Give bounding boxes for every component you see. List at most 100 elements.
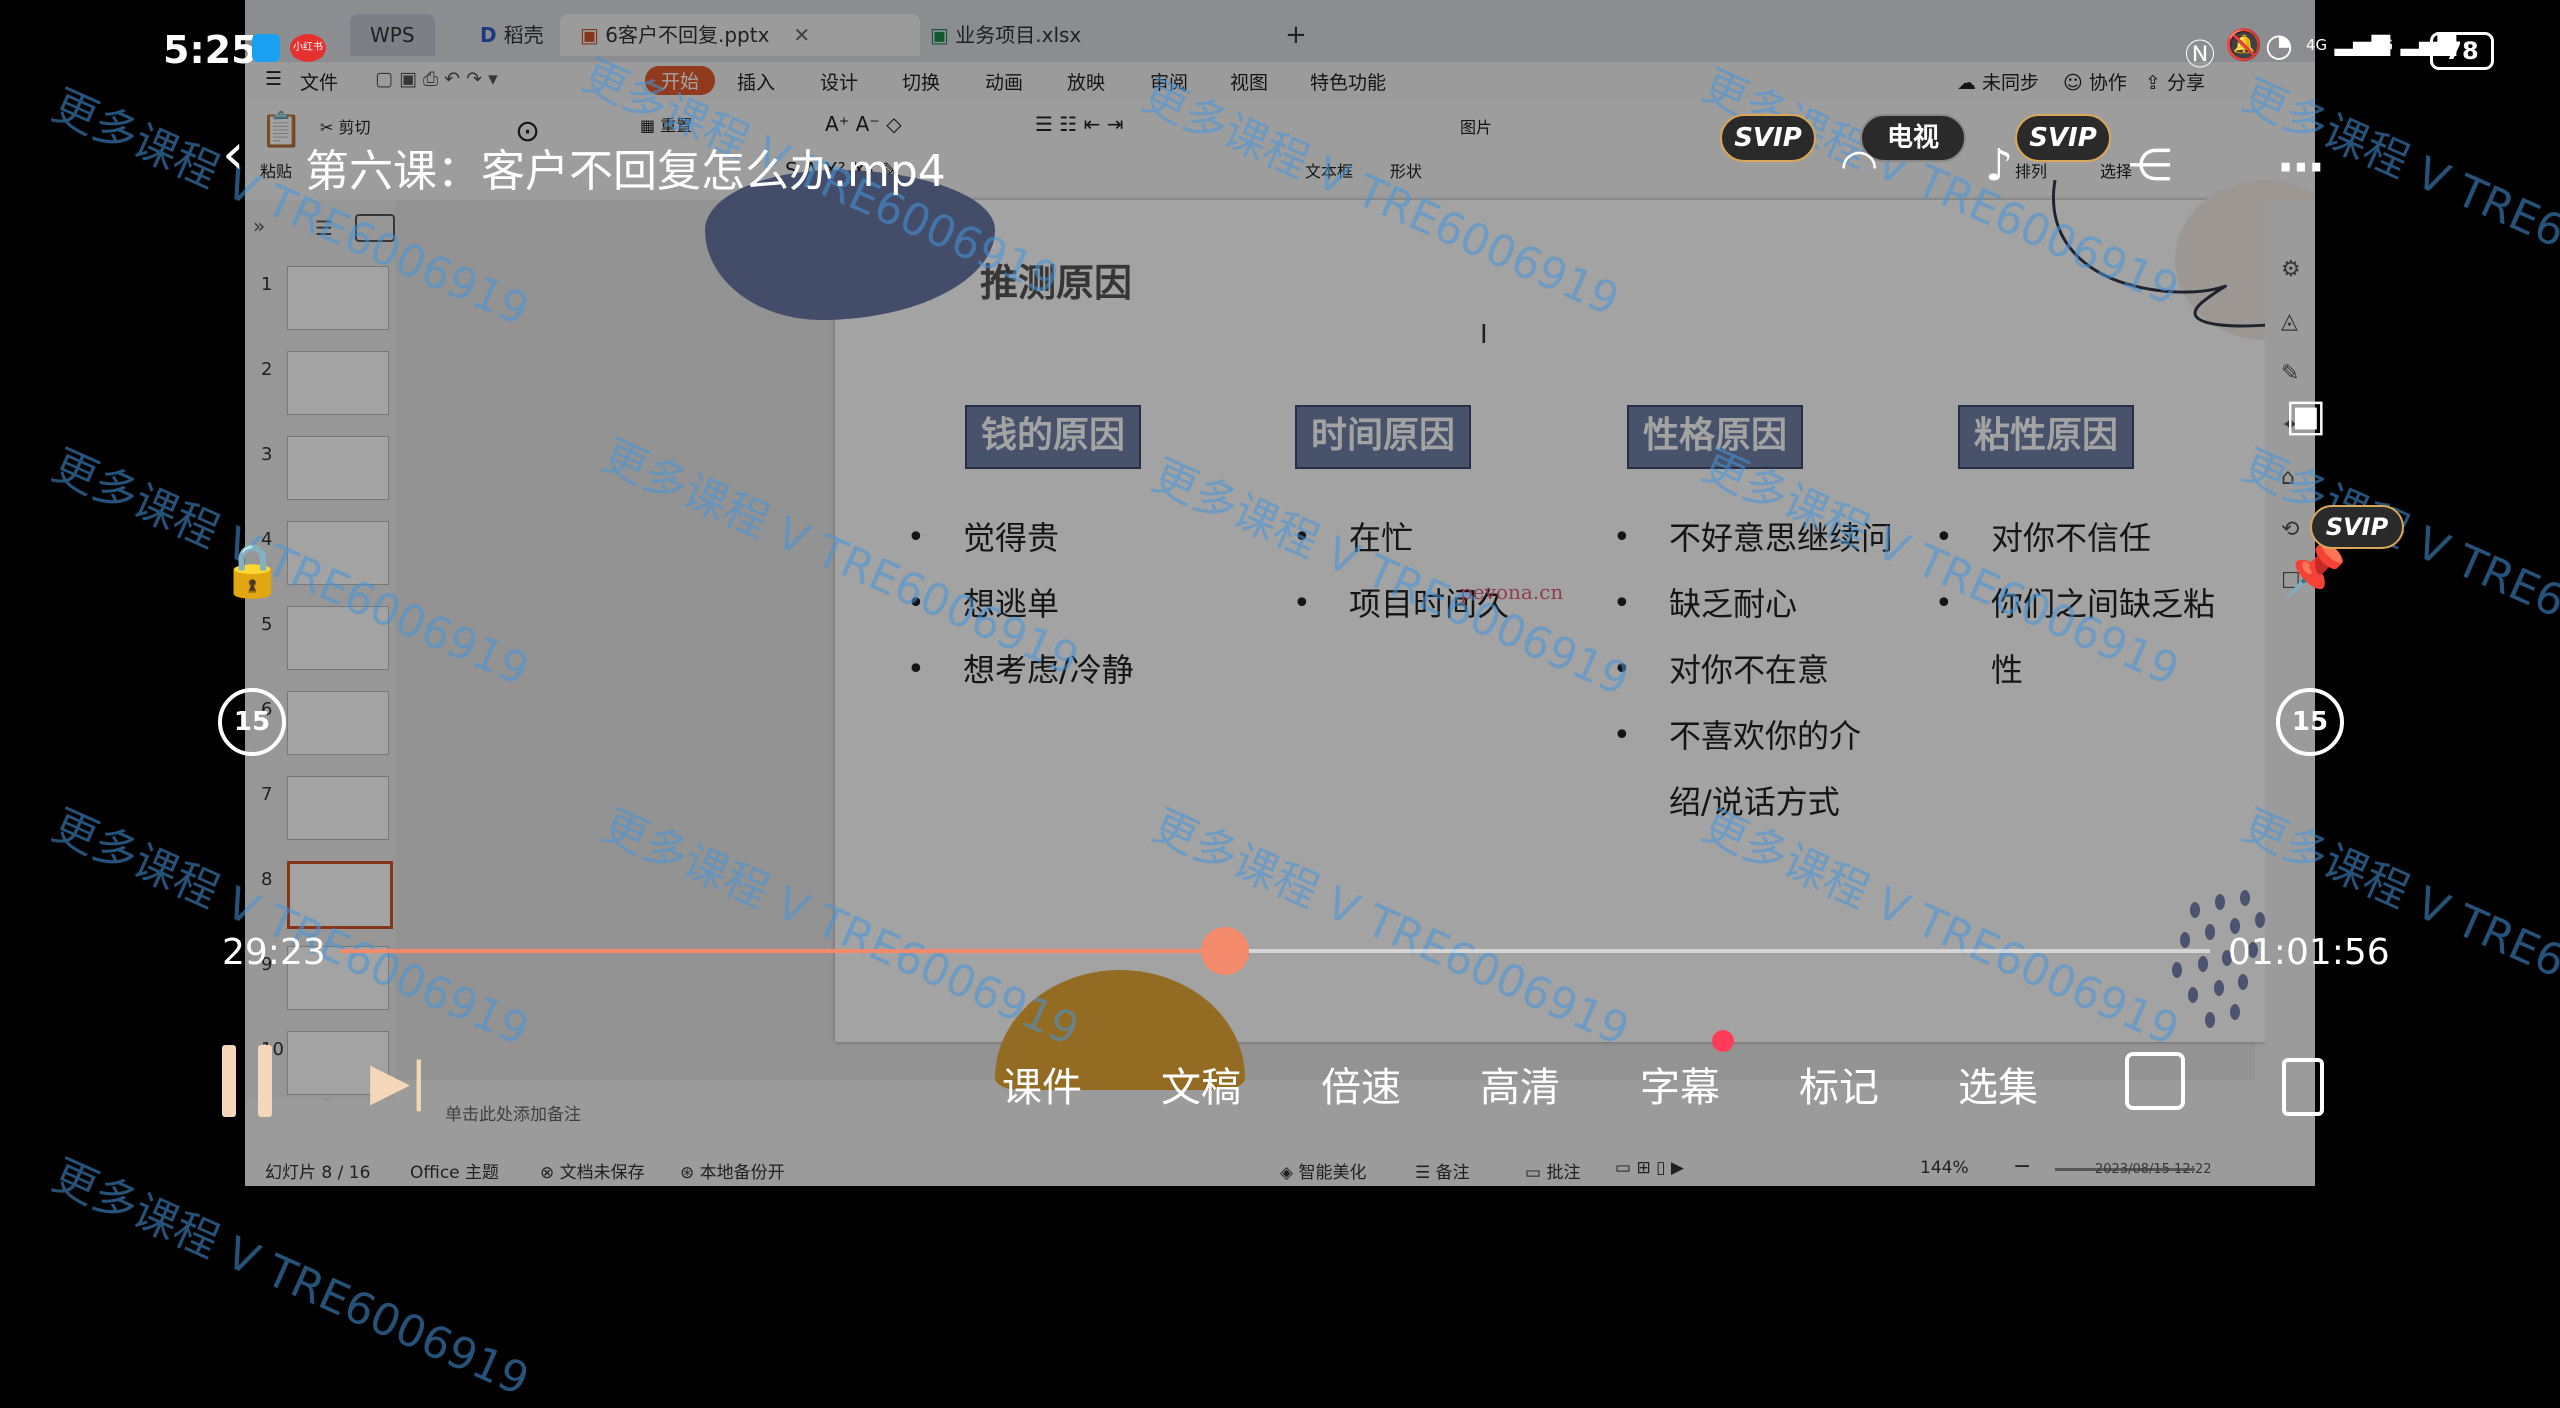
thumbnail-number: 8 <box>261 869 273 890</box>
next-icon[interactable]: ▶| <box>370 1052 428 1112</box>
xiaohongshu-icon: 小红书 <box>290 34 326 62</box>
menu-quality[interactable]: 高清 <box>1480 1055 1560 1113</box>
backup-icon: ⊛ <box>680 1163 700 1183</box>
tab-pptx[interactable]: ▣ 6客户不回复.pptx ✕ <box>560 14 920 56</box>
menu-insert[interactable]: 插入 <box>737 68 775 95</box>
paste-icon[interactable]: 📋 <box>260 110 302 150</box>
hamburger-icon[interactable]: ☰ <box>265 68 282 90</box>
menu-transition[interactable]: 切换 <box>902 68 940 95</box>
url-watermark: pevona.cn <box>1460 580 1564 604</box>
menu-review[interactable]: 审阅 <box>1150 68 1188 95</box>
comments-label: 批注 <box>1546 1163 1581 1183</box>
notes-placeholder[interactable]: 单击此处添加备注 <box>445 1100 581 1125</box>
col-head-personality: 性格原因 <box>1627 405 1804 469</box>
quick-access-icons[interactable]: ▢ ▣ ⎙ ↶ ↷ ▾ <box>375 68 498 90</box>
tab-wps[interactable]: WPS <box>350 14 435 56</box>
view-mode-icons[interactable]: ▭ ⊞ ▯ ▶ <box>1615 1158 1684 1178</box>
back-button[interactable]: ‹ <box>222 127 244 183</box>
audio-icon[interactable]: ♪ <box>1985 140 2013 191</box>
list-item: 在忙 <box>1293 505 1583 571</box>
outline-icon[interactable]: ☰ <box>315 216 333 240</box>
progress-track[interactable] <box>340 927 2210 975</box>
col-head-time: 时间原因 <box>1295 405 1472 469</box>
headphones-icon[interactable]: ◠ <box>1840 140 1878 191</box>
menu-start[interactable]: 开始 <box>645 66 716 95</box>
comments-button[interactable]: ▭ 批注 <box>1525 1158 1580 1183</box>
beautify-button[interactable]: ◈ 智能美化 <box>1280 1158 1366 1183</box>
list-item: 你们之间缺乏粘性 <box>1935 571 2235 703</box>
paragraph-icons[interactable]: ☰ ☷ ⇤ ⇥ <box>1035 112 1123 136</box>
progress-thumb[interactable] <box>1201 927 1250 975</box>
slide-thumbnail[interactable] <box>287 436 389 500</box>
mute-icon: 🔕 <box>2225 28 2263 63</box>
rotate-screen-icon[interactable] <box>2282 1058 2324 1116</box>
slide-thumbnail[interactable] <box>287 691 389 755</box>
beautify-label: 智能美化 <box>1298 1163 1367 1183</box>
backup-status[interactable]: ⊛ 本地备份开 <box>680 1158 785 1183</box>
share-icon: ⇪ <box>2145 72 2167 94</box>
slide-thumbnail[interactable] <box>287 776 389 840</box>
col-head-stickiness: 粘性原因 <box>1958 405 2135 469</box>
menu-bookmark[interactable]: 标记 <box>1799 1055 1879 1113</box>
tab-xlsx[interactable]: ▣ 业务项目.xlsx <box>910 14 1250 56</box>
shape-label[interactable]: 形状 <box>1390 158 1422 182</box>
skip-back-seconds: 15 <box>233 707 271 737</box>
menu-subtitles[interactable]: 字幕 <box>1640 1055 1720 1113</box>
collapse-icon[interactable]: » <box>253 214 265 238</box>
message-icon <box>252 34 280 62</box>
slide-thumbnail[interactable] <box>287 861 393 929</box>
slide-thumbnail[interactable] <box>287 521 389 585</box>
net-label: 4G <box>2306 36 2328 54</box>
menu-speed[interactable]: 倍速 <box>1321 1055 1401 1113</box>
subtitles-red-dot <box>1712 1030 1734 1052</box>
svip-badge[interactable]: SVIP <box>1720 114 1816 162</box>
menu-courseware[interactable]: 课件 <box>1002 1055 1082 1113</box>
share-icon[interactable]: ⋲ <box>2128 140 2172 191</box>
collab-button[interactable]: ☺ 协作 <box>2063 68 2127 95</box>
thumbnail-view-icon[interactable] <box>355 214 395 242</box>
list-item: 觉得贵 <box>907 505 1167 571</box>
more-icon[interactable]: ⋯ <box>2278 140 2324 194</box>
slide-thumbnail[interactable] <box>287 606 389 670</box>
slide-thumbnail[interactable] <box>287 266 389 330</box>
list-time: 在忙 项目时间久 <box>1293 505 1583 637</box>
camera-icon[interactable]: ▣ <box>2285 390 2327 441</box>
svip-badge-3[interactable]: SVIP <box>2310 505 2404 549</box>
skip-back-button[interactable]: 15 <box>218 688 286 756</box>
lock-icon[interactable]: 🔒 <box>220 540 285 601</box>
slide-title: 推测原因 <box>980 261 1133 305</box>
tab-daoke[interactable]: D 稻壳 <box>460 14 564 56</box>
svip-badge-2[interactable]: SVIP <box>2015 114 2111 162</box>
date-stamp: 2023/08/15 12:22 <box>2095 1162 2212 1177</box>
menu-episodes[interactable]: 选集 <box>1958 1055 2038 1113</box>
reset-label: 重置 <box>660 116 693 135</box>
font-format-icons[interactable]: A⁺ A⁻ ◇ <box>825 112 902 136</box>
skip-forward-seconds: 15 <box>2291 707 2329 737</box>
new-tab-button[interactable]: + <box>1265 14 1327 56</box>
menu-file[interactable]: 文件 <box>300 68 338 95</box>
slide-position: 幻灯片 8 / 16 <box>265 1163 371 1183</box>
thumbnail-number: 7 <box>261 784 273 805</box>
list-item: 对你不信任 <box>1935 505 2235 571</box>
menu-view[interactable]: 视图 <box>1230 68 1268 95</box>
menu-transcript[interactable]: 文稿 <box>1161 1055 1241 1113</box>
slide-thumbnail[interactable] <box>287 351 389 415</box>
tab-label: WPS <box>370 23 415 47</box>
notes-button[interactable]: ☰ 备注 <box>1415 1158 1470 1183</box>
menu-special[interactable]: 特色功能 <box>1310 68 1386 95</box>
image-label[interactable]: 图片 <box>1460 114 1492 138</box>
pip-icon[interactable] <box>2125 1052 2185 1110</box>
close-icon[interactable]: ✕ <box>793 23 810 47</box>
skip-forward-button[interactable]: 15 <box>2276 688 2344 756</box>
current-time: 29:23 <box>222 932 326 973</box>
zoom-level: 144% <box>1920 1158 1969 1178</box>
reset-button[interactable]: ▦ 重置 <box>640 112 692 136</box>
menu-slideshow[interactable]: 放映 <box>1067 68 1105 95</box>
net-label: 4G <box>2372 36 2394 54</box>
zoom-out-button[interactable]: − <box>2013 1154 2031 1179</box>
sync-status[interactable]: ☁ 未同步 <box>1957 68 2039 95</box>
textbox-label[interactable]: 文本框 <box>1305 158 1353 182</box>
menu-animation[interactable]: 动画 <box>985 68 1023 95</box>
menu-design[interactable]: 设计 <box>820 68 858 95</box>
pin-icon[interactable]: 📌 <box>2282 540 2347 601</box>
